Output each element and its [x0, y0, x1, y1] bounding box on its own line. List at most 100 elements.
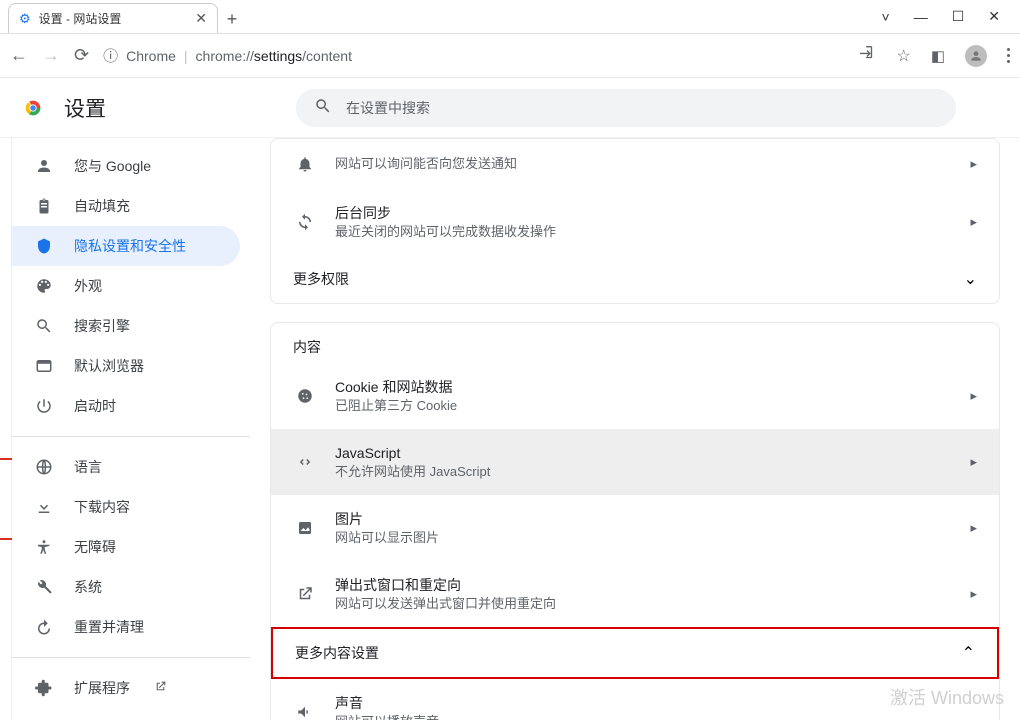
new-tab-button[interactable]: + [218, 5, 246, 33]
sidebar-item-extensions[interactable]: 扩展程序 [12, 668, 240, 708]
sidebar-item-label: 无障碍 [74, 537, 116, 557]
left-gutter [0, 138, 12, 720]
row-sound[interactable]: 声音 网站可以播放声音 [271, 679, 999, 720]
search-placeholder: 在设置中搜索 [346, 98, 430, 118]
sidebar-item-accessibility[interactable]: 无障碍 [12, 527, 240, 567]
address-bar[interactable]: ⓘ Chrome | chrome://settings/content [103, 45, 844, 66]
sidebar-item-label: 重置并清理 [74, 617, 144, 637]
sound-icon [293, 703, 317, 720]
power-icon [34, 397, 54, 415]
restore-icon [34, 618, 54, 636]
row-title: JavaScript [335, 443, 970, 463]
chrome-logo-icon [22, 97, 44, 119]
palette-icon [34, 277, 54, 295]
window-close-button[interactable]: ✕ [988, 8, 1000, 25]
chevron-right-icon: ▸ [970, 214, 977, 230]
more-permissions-toggle[interactable]: 更多权限 ⌄ [271, 255, 999, 303]
sidebar-item-label: 系统 [74, 577, 102, 597]
popup-icon [293, 585, 317, 603]
sidebar-item-autofill[interactable]: 自动填充 [12, 186, 240, 226]
row-subtitle: 已阻止第三方 Cookie [335, 397, 970, 415]
chevron-right-icon: ▸ [970, 520, 977, 536]
content-section-label: 内容 [271, 323, 999, 363]
download-icon [34, 498, 54, 516]
content-card: 内容 Cookie 和网站数据 已阻止第三方 Cookie ▸ JavaScri… [270, 322, 1000, 720]
row-popups[interactable]: 弹出式窗口和重定向 网站可以发送弹出式窗口并使用重定向 ▸ [271, 561, 999, 627]
profile-avatar[interactable] [965, 45, 987, 67]
sidebar-item-appearance[interactable]: 外观 [12, 266, 240, 306]
search-icon [314, 97, 332, 118]
clipboard-icon [34, 197, 54, 215]
sync-icon [293, 213, 317, 231]
omnibox-separator: | [184, 48, 188, 64]
settings-sidebar: 您与 Google 自动填充 隐私设置和安全性 外观 搜索引擎 默认浏览器 启动… [12, 138, 250, 720]
sidebar-item-search-engine[interactable]: 搜索引擎 [12, 306, 240, 346]
sidebar-item-label: 外观 [74, 276, 102, 296]
chevron-right-icon: ▸ [970, 454, 977, 470]
section-title: 更多内容设置 [295, 643, 962, 663]
search-icon [34, 317, 54, 335]
sidebar-item-you-and-google[interactable]: 您与 Google [12, 146, 240, 186]
row-title: 图片 [335, 509, 970, 529]
more-content-settings-toggle[interactable]: 更多内容设置 ⌃ [271, 627, 999, 679]
wrench-icon [34, 578, 54, 596]
sidebar-item-label: 启动时 [74, 396, 116, 416]
chevron-right-icon: ▸ [970, 156, 977, 172]
sidebar-item-privacy-security[interactable]: 隐私设置和安全性 [12, 226, 240, 266]
cookie-icon [293, 387, 317, 405]
code-icon [293, 453, 317, 471]
row-title: 后台同步 [335, 203, 970, 223]
window-maximize-button[interactable]: ☐ [952, 8, 965, 25]
window-minimize-button[interactable]: — [914, 9, 928, 25]
sidebar-item-reset[interactable]: 重置并清理 [12, 607, 240, 647]
permissions-card: 网站可以询问能否向您发送通知 ▸ 后台同步 最近关闭的网站可以完成数据收发操作 … [270, 138, 1000, 304]
sidebar-item-on-startup[interactable]: 启动时 [12, 386, 240, 426]
reload-button[interactable]: ⟳ [74, 45, 89, 66]
browser-icon [34, 357, 54, 375]
row-javascript[interactable]: JavaScript 不允许网站使用 JavaScript ▸ [271, 429, 999, 495]
chevron-right-icon: ▸ [970, 586, 977, 602]
row-subtitle: 网站可以询问能否向您发送通知 [335, 155, 970, 173]
section-title: 更多权限 [293, 269, 964, 289]
row-cookies[interactable]: Cookie 和网站数据 已阻止第三方 Cookie ▸ [271, 363, 999, 429]
row-subtitle: 网站可以播放声音 [335, 713, 977, 720]
row-subtitle: 不允许网站使用 JavaScript [335, 463, 970, 481]
settings-search-input[interactable]: 在设置中搜索 [296, 89, 956, 127]
share-icon[interactable] [858, 44, 876, 67]
window-dropdown-icon[interactable]: ˅ [882, 9, 890, 25]
sidebar-item-label: 自动填充 [74, 196, 130, 216]
sidebar-item-default-browser[interactable]: 默认浏览器 [12, 346, 240, 386]
sidebar-divider [12, 657, 250, 658]
row-images[interactable]: 图片 网站可以显示图片 ▸ [271, 495, 999, 561]
chevron-right-icon: ▸ [970, 388, 977, 404]
chevron-down-icon: ⌄ [964, 269, 977, 289]
browser-menu-button[interactable] [1007, 48, 1010, 63]
bell-icon [293, 155, 317, 173]
row-subtitle: 网站可以显示图片 [335, 529, 970, 547]
row-title: 弹出式窗口和重定向 [335, 575, 970, 595]
sidebar-item-label: 您与 Google [74, 156, 151, 176]
back-button[interactable]: ← [10, 45, 28, 66]
red-marker [0, 538, 12, 540]
row-notifications[interactable]: 网站可以询问能否向您发送通知 ▸ [271, 139, 999, 189]
bookmark-star-icon[interactable]: ☆ [896, 46, 910, 66]
reading-list-icon[interactable]: ◧ [931, 47, 945, 65]
sidebar-item-downloads[interactable]: 下载内容 [12, 487, 240, 527]
sidebar-item-label: 下载内容 [74, 497, 130, 517]
settings-content: 网站可以询问能否向您发送通知 ▸ 后台同步 最近关闭的网站可以完成数据收发操作 … [250, 138, 1020, 720]
sidebar-item-system[interactable]: 系统 [12, 567, 240, 607]
sidebar-item-label: 语言 [74, 457, 102, 477]
site-info-icon[interactable]: ⓘ [103, 45, 118, 66]
tab-title: 设置 - 网站设置 [39, 10, 122, 27]
sidebar-item-label: 隐私设置和安全性 [74, 236, 186, 256]
row-subtitle: 网站可以发送弹出式窗口并使用重定向 [335, 595, 970, 613]
gear-icon: ⚙ [19, 11, 31, 27]
page-title: 设置 [64, 93, 106, 123]
row-title: 声音 [335, 693, 977, 713]
browser-tab[interactable]: ⚙ 设置 - 网站设置 ✕ [8, 3, 218, 33]
row-background-sync[interactable]: 后台同步 最近关闭的网站可以完成数据收发操作 ▸ [271, 189, 999, 255]
person-icon [34, 157, 54, 175]
sidebar-item-languages[interactable]: 语言 [12, 447, 240, 487]
forward-button[interactable]: → [42, 45, 60, 66]
tab-close-button[interactable]: ✕ [195, 10, 207, 27]
